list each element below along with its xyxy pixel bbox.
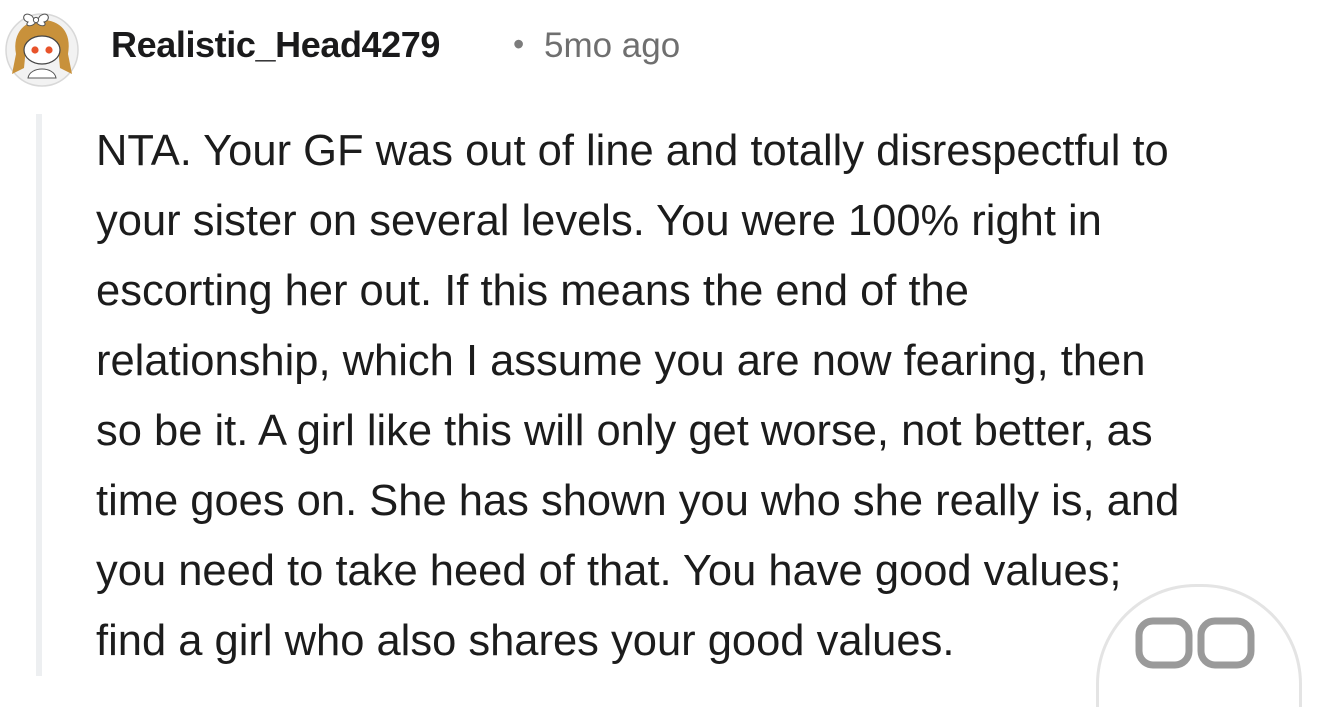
reddit-snoo-avatar-icon	[5, 13, 79, 87]
comment-thread-line[interactable]	[36, 114, 42, 676]
comment-body-line: you need to take heed of that. You have …	[96, 547, 1122, 595]
meta-separator-dot: •	[513, 26, 525, 62]
avatar[interactable]	[2, 8, 82, 88]
comment-timestamp[interactable]: 5mo ago	[544, 26, 680, 66]
comment-body-line: time goes on. She has shown you who she …	[96, 477, 1180, 525]
reaction-badge-icon	[1135, 617, 1255, 669]
comment-author-username[interactable]: Realistic_Head4279	[111, 24, 440, 66]
comment-body-line: escorting her out. If this means the end…	[96, 267, 969, 315]
comment-body-line: so be it. A girl like this will only get…	[96, 407, 1153, 455]
comment-body-line: relationship, which I assume you are now…	[96, 337, 1146, 385]
comment-body-line: NTA. Your GF was out of line and totally…	[96, 127, 1169, 175]
comment-body-line: your sister on several levels. You were …	[96, 197, 1102, 245]
comment-body: NTA. Your GF was out of line and totally…	[96, 116, 1321, 676]
comment-header: Realistic_Head4279 • 5mo ago	[0, 0, 1328, 100]
